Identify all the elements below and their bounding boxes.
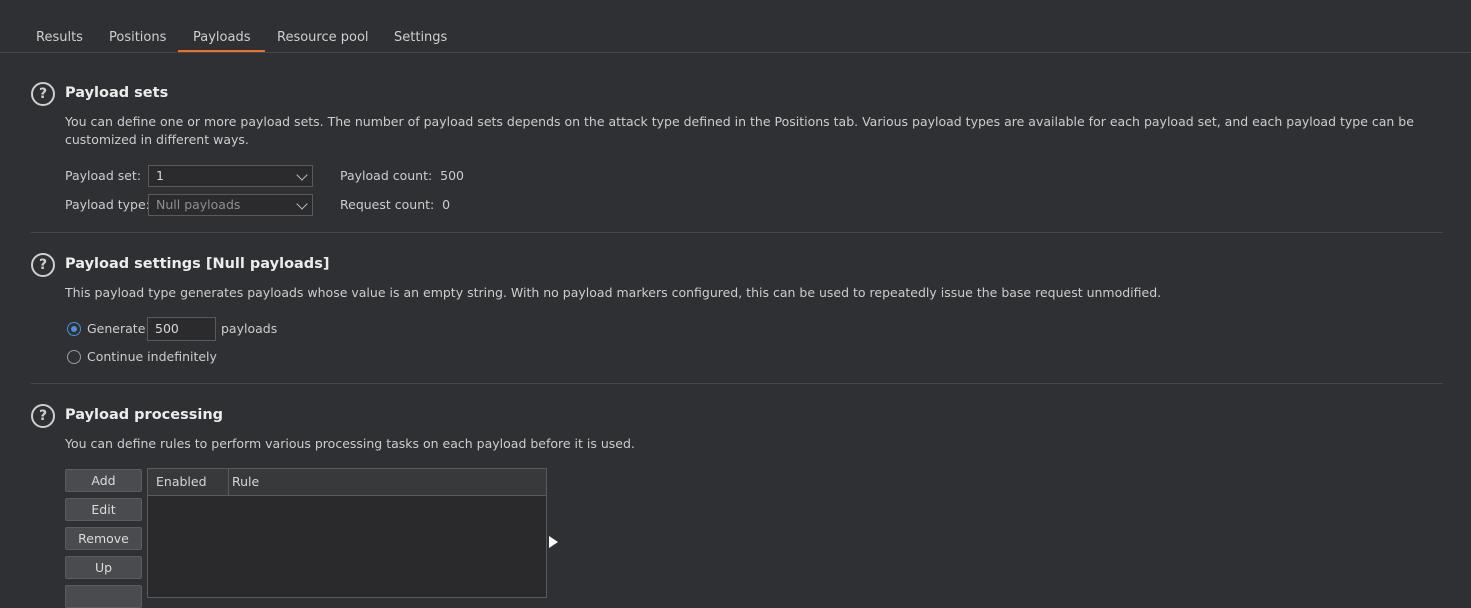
up-button[interactable]: Up (65, 556, 142, 579)
payload-sets-heading: Payload sets (65, 85, 169, 101)
chevron-down-icon (296, 198, 308, 210)
continue-indefinitely-radio[interactable] (67, 350, 81, 364)
generate-count-input[interactable]: 500 (147, 317, 216, 341)
generate-radio[interactable] (67, 322, 81, 336)
tab-positions[interactable]: Positions (109, 30, 166, 50)
request-count: Request count: 0 (340, 197, 451, 212)
payload-settings-heading: Payload settings [Null payloads] (65, 256, 330, 272)
mouse-pointer-icon (549, 536, 558, 548)
tab-settings[interactable]: Settings (394, 30, 447, 50)
payloads-unit-label: payloads (221, 321, 278, 336)
column-divider[interactable] (228, 469, 229, 495)
tab-results[interactable]: Results (36, 30, 83, 50)
edit-button[interactable]: Edit (65, 498, 142, 521)
column-enabled[interactable]: Enabled (156, 469, 228, 495)
remove-button[interactable]: Remove (65, 527, 142, 550)
payload-processing-heading: Payload processing (65, 407, 224, 423)
add-button[interactable]: Add (65, 469, 142, 492)
help-icon[interactable]: ? (31, 253, 55, 277)
payload-type-value: Null payloads (156, 197, 241, 212)
generate-label: Generate (87, 321, 146, 336)
payload-set-select[interactable]: 1 (148, 165, 313, 187)
tab-payloads[interactable]: Payloads (178, 30, 266, 52)
processing-rules-table[interactable]: Enabled Rule (147, 468, 547, 598)
payload-count: Payload count: 500 (340, 168, 465, 183)
payload-set-label: Payload set: (65, 168, 142, 183)
section-divider (31, 232, 1443, 233)
continue-indefinitely-label: Continue indefinitely (87, 349, 217, 364)
payload-type-select[interactable]: Null payloads (148, 194, 313, 216)
column-rule[interactable]: Rule (232, 469, 259, 495)
help-icon[interactable]: ? (31, 404, 55, 428)
section-divider (31, 383, 1443, 384)
tab-resource-pool[interactable]: Resource pool (277, 30, 369, 50)
payload-processing-description: You can define rules to perform various … (65, 436, 635, 451)
payload-type-label: Payload type: (65, 197, 150, 212)
help-icon[interactable]: ? (31, 82, 55, 106)
payload-sets-description: You can define one or more payload sets.… (65, 114, 1414, 147)
payload-settings-description: This payload type generates payloads who… (65, 285, 1162, 300)
chevron-down-icon (296, 169, 308, 181)
payload-set-value: 1 (156, 168, 164, 183)
table-header: Enabled Rule (148, 469, 546, 496)
tab-bar: Results Positions Payloads Resource pool… (0, 0, 1471, 53)
down-button[interactable] (65, 585, 142, 608)
